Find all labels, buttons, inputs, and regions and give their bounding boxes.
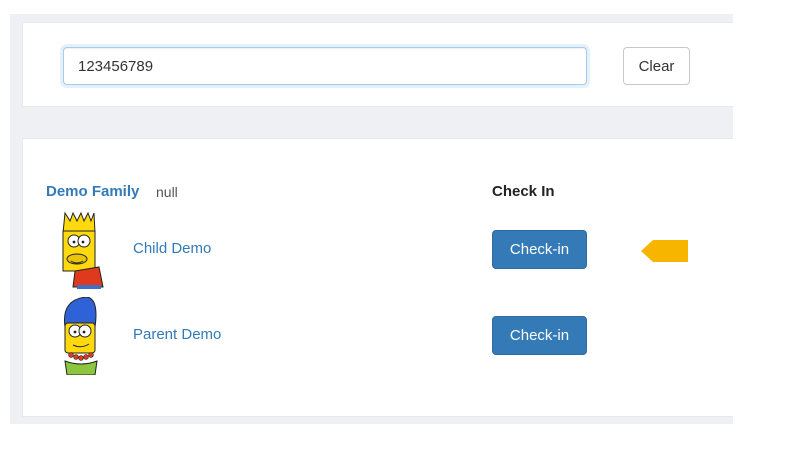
check-in-column-header: Check In [492,183,555,200]
clear-button[interactable]: Clear [623,47,690,85]
member-row: Parent Demo Check-in [23,297,734,377]
family-note: null [156,184,178,200]
search-panel: Clear [22,22,733,107]
marge-avatar-icon [63,297,98,375]
check-in-button[interactable]: Check-in [492,230,587,269]
member-name-link[interactable]: Parent Demo [133,326,221,343]
arrow-left-indicator-icon [641,240,688,262]
family-name-link[interactable]: Demo Family [46,183,139,200]
search-input[interactable] [63,47,587,85]
family-panel: Demo Family null Check In Child Demo Che… [22,138,733,417]
member-name-link[interactable]: Child Demo [133,240,211,257]
member-row: Child Demo Check-in [23,211,734,291]
bart-avatar-icon [62,211,104,289]
check-in-button[interactable]: Check-in [492,316,587,355]
